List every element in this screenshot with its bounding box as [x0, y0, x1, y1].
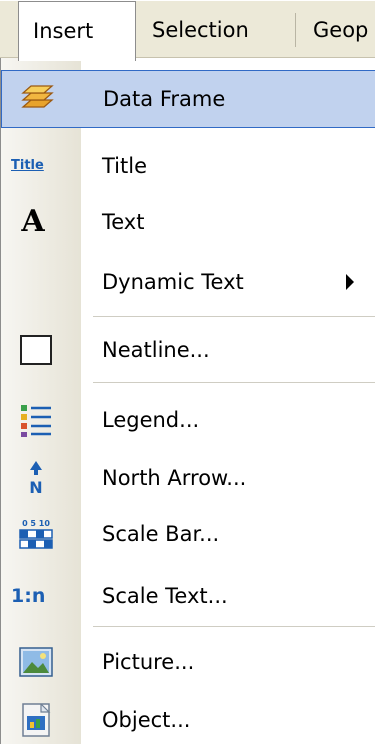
menu-item-picture[interactable]: Picture...	[1, 634, 375, 690]
menu-item-legend[interactable]: Legend...	[1, 392, 375, 448]
menu-bar: Insert Selection Geop	[0, 0, 375, 61]
legend-icon	[18, 402, 54, 438]
menu-insert-label: Insert	[33, 19, 94, 43]
scale-text-icon: 1:n	[11, 582, 59, 610]
menu-item-label: Scale Text...	[102, 584, 228, 608]
menu-item-data-frame[interactable]: Data Frame	[1, 70, 375, 128]
object-icon	[18, 702, 54, 738]
scale-text-icon-text: 1:n	[11, 585, 46, 607]
data-frame-icon	[19, 80, 55, 116]
menu-item-object[interactable]: Object...	[1, 692, 375, 748]
menu-item-label: Data Frame	[103, 87, 226, 111]
menu-selection-label: Selection	[152, 18, 249, 42]
submenu-arrow-icon	[346, 274, 354, 290]
menu-item-label: Legend...	[102, 408, 200, 432]
text-icon: A	[15, 202, 51, 242]
menu-item-neatline[interactable]: Neatline...	[1, 322, 375, 378]
menu-item-label: Scale Bar...	[102, 522, 220, 546]
menu-item-label: Neatline...	[102, 338, 210, 362]
menu-item-label: Dynamic Text	[102, 270, 244, 294]
scale-bar-icon: 0 5 10	[18, 516, 54, 552]
menu-item-label: Text	[102, 210, 145, 234]
neatline-icon	[18, 332, 54, 368]
menu-item-north-arrow[interactable]: N North Arrow...	[1, 450, 375, 506]
menubar-separator	[295, 13, 296, 47]
menu-item-label: Title	[102, 154, 148, 178]
menu-selection[interactable]: Selection	[152, 1, 249, 59]
menu-geoprocessing[interactable]: Geop	[313, 1, 368, 59]
menu-item-scale-bar[interactable]: 0 5 10 Scale Bar...	[1, 506, 375, 562]
text-icon-glyph: A	[21, 204, 45, 239]
menu-item-text[interactable]: A Text	[1, 194, 375, 250]
title-icon-text: Title	[11, 158, 44, 173]
north-icon-letter: N	[29, 478, 42, 496]
menu-separator	[93, 316, 375, 317]
menu-item-label: Object...	[102, 708, 191, 732]
menu-separator	[93, 626, 375, 627]
north-arrow-icon: N	[18, 460, 54, 497]
insert-dropdown-menu: Data Frame Title Title A Text Dynamic Te…	[0, 58, 375, 744]
menu-separator	[93, 382, 375, 383]
menu-insert[interactable]: Insert	[18, 1, 136, 61]
menu-geoprocessing-label: Geop	[313, 18, 369, 42]
scale-bar-icon-ticks: 0 5 10	[22, 519, 50, 528]
title-icon: Title	[11, 154, 55, 178]
menu-item-title[interactable]: Title Title	[1, 138, 375, 194]
menu-item-dynamic-text[interactable]: Dynamic Text	[1, 254, 375, 310]
menu-item-label: Picture...	[102, 650, 195, 674]
picture-icon	[18, 644, 54, 680]
menu-item-scale-text[interactable]: 1:n Scale Text...	[1, 568, 375, 624]
menu-item-label: North Arrow...	[102, 466, 247, 490]
